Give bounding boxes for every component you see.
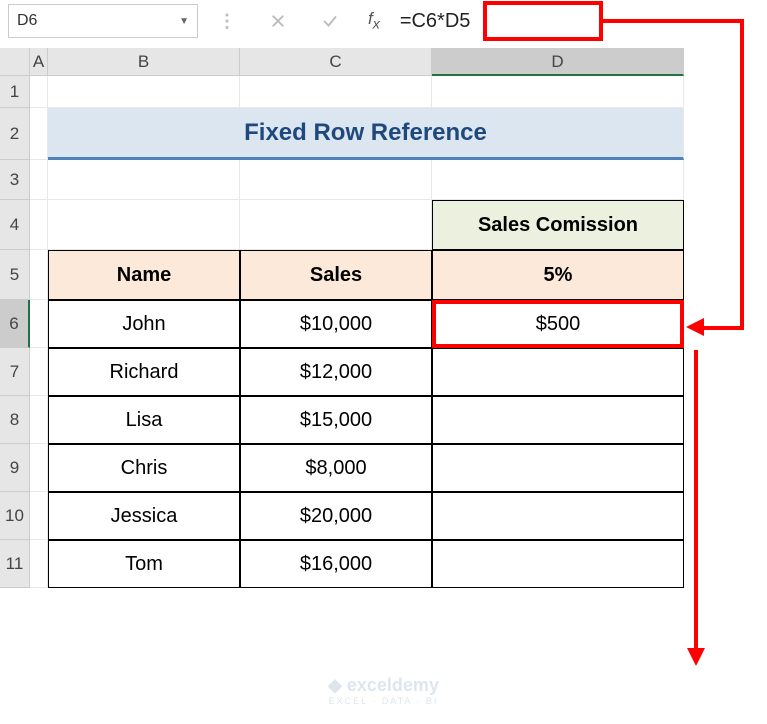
- cell-commission-5[interactable]: [432, 540, 684, 588]
- cell-A6[interactable]: [30, 300, 48, 348]
- cell-A4[interactable]: [30, 200, 48, 250]
- cell-C4[interactable]: [240, 200, 432, 250]
- cell-C1[interactable]: [240, 76, 432, 108]
- cell-C3[interactable]: [240, 160, 432, 200]
- annotation-fill-arrow: [694, 350, 698, 650]
- cell-sales-5[interactable]: $16,000: [240, 540, 432, 588]
- annotation-arrow-segment: [603, 19, 743, 23]
- cell-D1[interactable]: [432, 76, 684, 108]
- cell-name-0[interactable]: John: [48, 300, 240, 348]
- cell-sales-4[interactable]: $20,000: [240, 492, 432, 540]
- cell-name-2[interactable]: Lisa: [48, 396, 240, 444]
- header-name[interactable]: Name: [48, 250, 240, 300]
- row-header-11[interactable]: 11: [0, 540, 30, 588]
- cell-sales-1[interactable]: $12,000: [240, 348, 432, 396]
- cell-A10[interactable]: [30, 492, 48, 540]
- row-header-7[interactable]: 7: [0, 348, 30, 396]
- cell-name-5[interactable]: Tom: [48, 540, 240, 588]
- col-header-C[interactable]: C: [240, 48, 432, 76]
- arrow-head-icon: [686, 318, 704, 336]
- cancel-icon[interactable]: [254, 4, 302, 38]
- cell-A9[interactable]: [30, 444, 48, 492]
- select-all-corner[interactable]: [0, 48, 30, 76]
- row-header-9[interactable]: 9: [0, 444, 30, 492]
- active-cell-D6[interactable]: $500: [432, 300, 684, 348]
- options-icon[interactable]: ⋮: [202, 4, 250, 38]
- cell-commission-3[interactable]: [432, 444, 684, 492]
- cell-commission-2[interactable]: [432, 396, 684, 444]
- cell-A11[interactable]: [30, 540, 48, 588]
- dropdown-icon[interactable]: ▼: [179, 16, 189, 27]
- row-header-8[interactable]: 8: [0, 396, 30, 444]
- col-header-D[interactable]: D: [432, 48, 684, 76]
- annotation-arrow-segment: [702, 326, 744, 330]
- cell-B1[interactable]: [48, 76, 240, 108]
- title-cell[interactable]: Fixed Row Reference: [48, 108, 684, 160]
- cell-name-3[interactable]: Chris: [48, 444, 240, 492]
- fx-icon[interactable]: fx: [368, 9, 380, 32]
- cell-A5[interactable]: [30, 250, 48, 300]
- cell-commission-4[interactable]: [432, 492, 684, 540]
- row-header-3[interactable]: 3: [0, 160, 30, 200]
- spreadsheet-grid[interactable]: A B C D 1 2 Fixed Row Reference 3 4 Sale…: [0, 48, 767, 588]
- name-box[interactable]: D6 ▼: [8, 4, 198, 38]
- row-header-5[interactable]: 5: [0, 250, 30, 300]
- cell-reference: D6: [17, 12, 37, 30]
- row-header-4[interactable]: 4: [0, 200, 30, 250]
- formula-input[interactable]: =C6*D5: [394, 5, 477, 37]
- annotation-arrow-segment: [740, 19, 744, 329]
- cell-A7[interactable]: [30, 348, 48, 396]
- cell-name-1[interactable]: Richard: [48, 348, 240, 396]
- cell-A3[interactable]: [30, 160, 48, 200]
- header-sales[interactable]: Sales: [240, 250, 432, 300]
- row-header-2[interactable]: 2: [0, 108, 30, 160]
- cell-sales-3[interactable]: $8,000: [240, 444, 432, 492]
- header-rate[interactable]: 5%: [432, 250, 684, 300]
- cell-B3[interactable]: [48, 160, 240, 200]
- arrow-head-icon: [687, 648, 705, 666]
- cell-A8[interactable]: [30, 396, 48, 444]
- cell-B4[interactable]: [48, 200, 240, 250]
- row-header-1[interactable]: 1: [0, 76, 30, 108]
- cell-sales-0[interactable]: $10,000: [240, 300, 432, 348]
- cell-A1[interactable]: [30, 76, 48, 108]
- col-header-A[interactable]: A: [30, 48, 48, 76]
- highlight-formula: [483, 1, 603, 41]
- col-header-B[interactable]: B: [48, 48, 240, 76]
- cell-D3[interactable]: [432, 160, 684, 200]
- cell-sales-2[interactable]: $15,000: [240, 396, 432, 444]
- cell-name-4[interactable]: Jessica: [48, 492, 240, 540]
- header-commission[interactable]: Sales Comission: [432, 200, 684, 250]
- enter-icon[interactable]: [306, 4, 354, 38]
- cell-A2[interactable]: [30, 108, 48, 160]
- row-header-10[interactable]: 10: [0, 492, 30, 540]
- row-header-6[interactable]: 6: [0, 300, 30, 348]
- cell-commission-1[interactable]: [432, 348, 684, 396]
- watermark: ◆ exceldemy EXCEL · DATA · BI: [328, 675, 439, 706]
